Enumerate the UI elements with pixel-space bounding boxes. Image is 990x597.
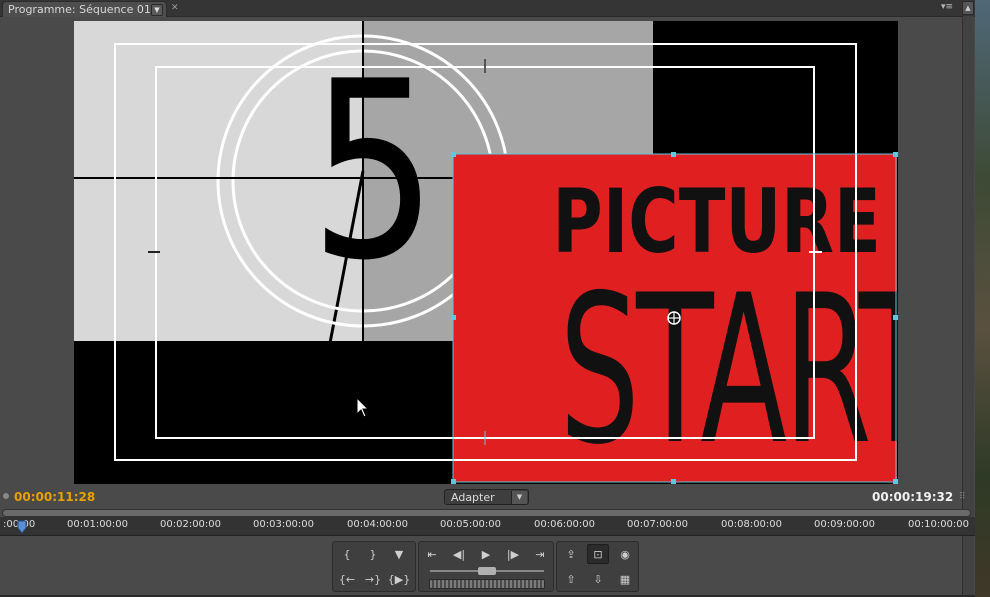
step-forward-button[interactable]: |▶ (502, 544, 524, 564)
play-in-to-out-button[interactable]: {▶} (388, 569, 410, 589)
panel-tab-bar: Programme: Séquence 01 ▼ ✕ ▾≡ ▲ (0, 0, 975, 17)
go-to-in-icon: {← (338, 572, 356, 586)
lift-icon: ⇧ (566, 572, 576, 586)
play-icon: ▶ (481, 547, 491, 561)
output-controls-group: ⇪ ⊡ ◉ ⇧ ⇩ ▦ (556, 541, 639, 592)
ruler-label: 00:01:00:00 (67, 519, 129, 530)
zoom-level-value: Adapter (451, 490, 495, 504)
step-back-button[interactable]: ◀| (448, 544, 470, 564)
video-display[interactable]: 5 PICTURE START (74, 21, 898, 484)
previous-edit-icon: ⇤ (427, 547, 437, 561)
safe-margins-icon: ⊡ (593, 547, 603, 561)
panel-menu-icon[interactable]: ▾≡ (941, 2, 953, 12)
go-to-next-edit-button[interactable]: ⇥ (529, 544, 551, 564)
ruler-label: 00:04:00:00 (347, 519, 409, 530)
extract-icon: ⇩ (593, 572, 603, 586)
ruler-label: 00:03:00:00 (253, 519, 315, 530)
ruler-label: 00:02:00:00 (160, 519, 222, 530)
play-in-out-icon: {▶} (387, 572, 411, 586)
time-ruler[interactable]: :00:00 00:01:00:00 00:02:00:00 00:03:00:… (0, 517, 975, 536)
go-to-out-button[interactable]: →} (362, 569, 384, 589)
step-back-icon: ◀| (452, 547, 466, 561)
playback-controls-group: ⇤ ◀| ▶ |▶ ⇥ (418, 541, 554, 592)
add-marker-button[interactable]: ▼ (388, 544, 410, 564)
current-timecode[interactable]: 00:00:11:28 (14, 490, 95, 504)
trim-icon: ▦ (619, 572, 631, 586)
mouse-cursor-icon (356, 397, 370, 418)
go-to-out-icon: →} (364, 572, 382, 586)
ruler-label: 00:05:00:00 (440, 519, 502, 530)
mark-in-button[interactable]: { (336, 544, 358, 564)
ruler-label: 00:07:00:00 (627, 519, 689, 530)
tab-programme[interactable]: Programme: Séquence 01 ▼ (2, 1, 167, 17)
step-forward-icon: |▶ (506, 547, 520, 561)
export-frame-button[interactable]: ⇪ (560, 544, 582, 564)
safe-margins-button[interactable]: ⊡ (587, 544, 609, 564)
program-monitor-panel: Programme: Séquence 01 ▼ ✕ ▾≡ ▲ 5 PICTUR… (0, 0, 975, 597)
playhead-indicator-icon (3, 493, 9, 499)
mark-out-icon: } (369, 547, 377, 561)
trim-button[interactable]: ▦ (614, 569, 636, 589)
chevron-down-icon[interactable]: ▼ (150, 3, 163, 16)
duration-timecode: 00:00:19:32 (872, 490, 954, 504)
next-edit-icon: ⇥ (535, 547, 545, 561)
close-icon[interactable]: ✕ (171, 3, 179, 13)
ruler-label: 00:09:00:00 (814, 519, 876, 530)
desktop-background-strip (975, 0, 990, 597)
safe-margins-overlay (114, 43, 898, 484)
mark-in-icon: { (343, 547, 351, 561)
chevron-down-icon: ▼ (511, 490, 527, 504)
export-icon: ⇪ (566, 547, 576, 561)
go-to-previous-edit-button[interactable]: ⇤ (421, 544, 443, 564)
ruler-label: 00:06:00:00 (534, 519, 596, 530)
transport-controls: { } ▼ {← →} {▶} ⇤ ◀| ▶ |▶ ⇥ ⇪ ⊡ ◉ ⇧ ⇩ ▦ (332, 541, 639, 592)
lift-button[interactable]: ⇧ (560, 569, 582, 589)
marker-icon: ▼ (394, 547, 404, 561)
output-icon: ◉ (620, 547, 630, 561)
tab-label: Programme: Séquence 01 (8, 3, 151, 16)
playhead-handle[interactable] (17, 520, 27, 534)
ruler-label: 00:10:00:00 (908, 519, 970, 530)
marker-controls-group: { } ▼ {← →} {▶} (332, 541, 416, 592)
resize-grip-icon[interactable]: ⠿ (959, 492, 966, 502)
play-button[interactable]: ▶ (475, 544, 497, 564)
go-to-in-button[interactable]: {← (336, 569, 358, 589)
zoom-level-select[interactable]: Adapter ▼ (444, 489, 529, 505)
mark-out-button[interactable]: } (362, 544, 384, 564)
timeline-zoom-bar[interactable] (2, 509, 971, 517)
jog-slider[interactable] (430, 567, 544, 575)
output-button[interactable]: ◉ (614, 544, 636, 564)
ruler-label: 00:08:00:00 (721, 519, 783, 530)
extract-button[interactable]: ⇩ (587, 569, 609, 589)
shuttle-control[interactable] (429, 579, 545, 589)
scroll-up-button[interactable]: ▲ (962, 1, 974, 15)
